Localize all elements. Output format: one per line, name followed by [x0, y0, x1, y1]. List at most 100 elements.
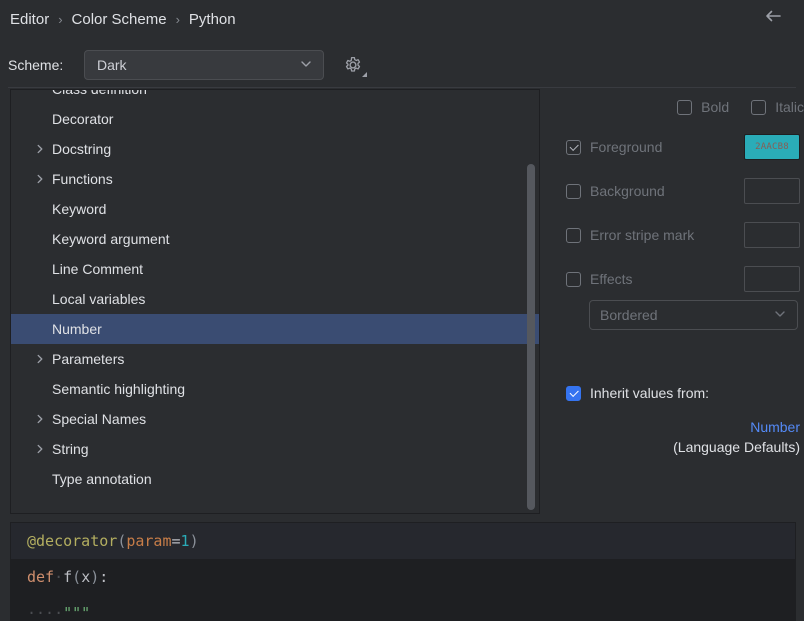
- token-list-item[interactable]: Line Comment: [11, 254, 539, 284]
- token-list-item-label: Keyword argument: [52, 231, 170, 247]
- token-list-item[interactable]: Type annotation: [11, 464, 539, 494]
- inherit-values-label: Inherit values from:: [590, 385, 709, 401]
- effects-row: Effects: [566, 262, 804, 296]
- scheme-row: Scheme: Dark: [0, 46, 804, 84]
- background-color-swatch[interactable]: [744, 178, 800, 204]
- code-token-indent: ·: [54, 568, 63, 586]
- token-list-scrollbar-thumb[interactable]: [527, 164, 535, 510]
- token-list-item-label: Line Comment: [52, 261, 143, 277]
- code-token-func: f: [63, 568, 72, 586]
- breadcrumb-item-python: Python: [187, 11, 238, 28]
- code-line: def·f(x):: [11, 559, 795, 595]
- foreground-checkbox[interactable]: [566, 140, 581, 155]
- background-label: Background: [590, 183, 665, 199]
- inherit-row: Inherit values from:: [566, 385, 804, 401]
- code-token-paren: (: [72, 568, 81, 586]
- foreground-label: Foreground: [590, 139, 662, 155]
- token-list-item-label: String: [52, 441, 89, 457]
- token-list-item-label: Type annotation: [52, 471, 152, 487]
- inherit-source-sublabel: (Language Defaults): [562, 439, 800, 455]
- code-token-paren: (: [117, 532, 126, 550]
- code-token-op: =: [172, 532, 181, 550]
- breadcrumb-separator: ›: [169, 12, 187, 27]
- foreground-row: Foreground 2AACB8: [566, 130, 804, 164]
- effects-color-swatch[interactable]: [744, 266, 800, 292]
- code-token-op: :: [99, 568, 108, 586]
- token-list-item[interactable]: Docstring: [11, 134, 539, 164]
- effects-checkbox[interactable]: [566, 272, 581, 287]
- code-line: @decorator(param=1): [11, 523, 795, 559]
- token-list-item-label: Decorator: [52, 111, 113, 127]
- breadcrumb-item-editor[interactable]: Editor: [8, 11, 51, 28]
- token-list-item[interactable]: Functions: [11, 164, 539, 194]
- font-style-row: Bold Italic: [556, 92, 804, 122]
- breadcrumb-item-color-scheme[interactable]: Color Scheme: [70, 11, 169, 28]
- foreground-color-swatch[interactable]: 2AACB8: [744, 134, 800, 160]
- token-list-item-label: Functions: [52, 171, 113, 187]
- chevron-down-icon: [773, 307, 787, 324]
- chevron-right-icon[interactable]: [33, 443, 47, 455]
- header-divider: [8, 87, 796, 88]
- arrow-left-icon: [763, 6, 783, 29]
- code-token-keyword: def: [27, 568, 54, 586]
- code-token-paren: ): [90, 568, 99, 586]
- error-stripe-label: Error stripe mark: [590, 227, 694, 243]
- token-list-item[interactable]: String: [11, 434, 539, 464]
- scheme-dropdown[interactable]: Dark: [84, 50, 324, 80]
- code-token-decorator: @decorator: [27, 532, 117, 550]
- chevron-down-icon: [299, 57, 313, 74]
- token-list-item-label: Keyword: [52, 201, 106, 217]
- scheme-dropdown-value: Dark: [97, 57, 127, 73]
- error-stripe-checkbox[interactable]: [566, 228, 581, 243]
- code-token-string: """: [63, 604, 90, 621]
- breadcrumb-separator: ›: [51, 12, 69, 27]
- foreground-hex-value: 2AACB8: [755, 142, 789, 152]
- gear-dropdown-indicator: [362, 72, 367, 77]
- token-list-item[interactable]: Class definition: [11, 89, 539, 104]
- code-token-paren: ): [190, 532, 199, 550]
- effects-type-dropdown[interactable]: Bordered: [589, 300, 798, 330]
- inherit-source: Number (Language Defaults): [562, 419, 800, 455]
- code-line: ····""": [11, 595, 795, 621]
- token-list-item-label: Number: [52, 321, 102, 337]
- code-token-number: 1: [181, 532, 190, 550]
- error-stripe-color-swatch[interactable]: [744, 222, 800, 248]
- code-token-indent: ····: [27, 604, 63, 621]
- token-list: Class definition Decorator Docstring Functi…: [11, 89, 539, 494]
- token-list-item[interactable]: Local variables: [11, 284, 539, 314]
- chevron-right-icon[interactable]: [33, 413, 47, 425]
- scheme-label: Scheme:: [8, 57, 84, 73]
- token-list-item[interactable]: Decorator: [11, 104, 539, 134]
- token-list-item[interactable]: Parameters: [11, 344, 539, 374]
- code-token-ident: x: [81, 568, 90, 586]
- code-preview-editor[interactable]: @decorator(param=1)def·f(x):····""": [10, 522, 796, 621]
- token-list-item-label: Local variables: [52, 291, 145, 307]
- background-checkbox[interactable]: [566, 184, 581, 199]
- effects-label: Effects: [590, 271, 633, 287]
- inherit-source-link[interactable]: Number: [750, 419, 800, 435]
- error-stripe-row: Error stripe mark: [566, 218, 804, 252]
- token-list-item[interactable]: Semantic highlighting: [11, 374, 539, 404]
- back-button[interactable]: [756, 0, 790, 34]
- inherit-values-checkbox[interactable]: [566, 386, 581, 401]
- token-list-item-label: Special Names: [52, 411, 146, 427]
- token-list-item[interactable]: Keyword argument: [11, 224, 539, 254]
- bold-checkbox[interactable]: [677, 100, 692, 115]
- token-list-item-label: Class definition: [52, 89, 147, 97]
- italic-checkbox-group[interactable]: Italic: [751, 99, 804, 115]
- breadcrumb: Editor › Color Scheme › Python: [0, 0, 804, 38]
- gear-icon[interactable]: [342, 54, 364, 76]
- bold-checkbox-group[interactable]: Bold: [677, 99, 729, 115]
- code-token-param: param: [126, 532, 171, 550]
- background-row: Background: [566, 174, 804, 208]
- italic-checkbox[interactable]: [751, 100, 766, 115]
- chevron-right-icon[interactable]: [33, 173, 47, 185]
- chevron-right-icon[interactable]: [33, 143, 47, 155]
- chevron-right-icon[interactable]: [33, 353, 47, 365]
- token-list-item[interactable]: Number: [11, 314, 539, 344]
- token-list-scrollbar-track[interactable]: [527, 90, 537, 513]
- attributes-panel: Bold Italic Foreground 2AACB8 Background…: [556, 89, 804, 514]
- token-list-item[interactable]: Special Names: [11, 404, 539, 434]
- token-list-item[interactable]: Keyword: [11, 194, 539, 224]
- token-list-item-label: Docstring: [52, 141, 111, 157]
